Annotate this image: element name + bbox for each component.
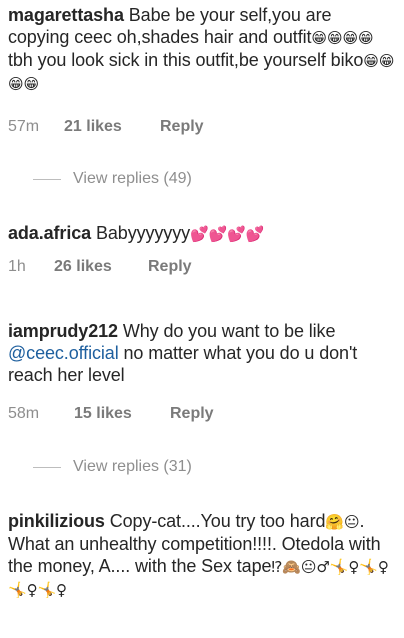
comment-item: iamprudy212 Why do you want to be like @… [0, 320, 404, 386]
comment-meta: 58m 15 likes Reply [8, 405, 214, 423]
mention-link[interactable]: @ceec.official [8, 343, 119, 363]
comment-likes[interactable]: 26 likes [54, 258, 148, 276]
divider-line [33, 466, 61, 468]
comment-body: Copy-cat....You try too hard [109, 511, 326, 531]
comment-timestamp: 1h [8, 258, 26, 275]
hearts-emoji-icon: 💕💕💕💕 [190, 225, 265, 243]
view-replies-button[interactable]: View replies (31) [33, 458, 192, 476]
reply-button[interactable]: Reply [148, 258, 192, 276]
comment-username[interactable]: iamprudy212 [8, 321, 118, 341]
comment-text: iamprudy212 Why do you want to be like @… [8, 320, 396, 386]
comment-meta: 57m 21 likes Reply [8, 118, 204, 136]
comment-text: magarettasha Babe be your self,you are c… [8, 4, 396, 95]
view-replies-label: View replies (31) [73, 458, 192, 475]
comment-timestamp: 57m [8, 118, 40, 135]
comment-timestamp: 58m [8, 405, 40, 422]
comment-item: ada.africa Babyyyyyyy💕💕💕💕 [0, 222, 404, 245]
view-replies-label: View replies (49) [73, 170, 192, 187]
comment-body: Babyyyyyyy [95, 223, 190, 243]
divider-line [33, 178, 61, 180]
reply-button[interactable]: Reply [160, 118, 204, 136]
comment-item: pinkilizious Copy-cat....You try too har… [0, 510, 404, 601]
comment-body: Why do you want to be like [122, 321, 336, 341]
comment-text: pinkilizious Copy-cat....You try too har… [8, 510, 396, 601]
comment-likes[interactable]: 15 likes [74, 405, 170, 423]
comment-item: magarettasha Babe be your self,you are c… [0, 4, 404, 95]
comment-text: ada.africa Babyyyyyyy💕💕💕💕 [8, 222, 396, 245]
comment-username[interactable]: ada.africa [8, 223, 91, 243]
comment-body-cont: tbh you look sick in this outfit,be your… [8, 50, 364, 70]
view-replies-button[interactable]: View replies (49) [33, 170, 192, 188]
comment-username[interactable]: pinkilizious [8, 511, 105, 531]
laughing-emoji-icon: 😁😁😁😁 [311, 29, 374, 47]
comment-username[interactable]: magarettasha [8, 5, 124, 25]
hug-emoji-icon: 🤗😐 [325, 513, 360, 531]
comment-likes[interactable]: 21 likes [64, 118, 160, 136]
reply-button[interactable]: Reply [170, 405, 214, 423]
comment-meta: 1h 26 likes Reply [8, 258, 192, 276]
